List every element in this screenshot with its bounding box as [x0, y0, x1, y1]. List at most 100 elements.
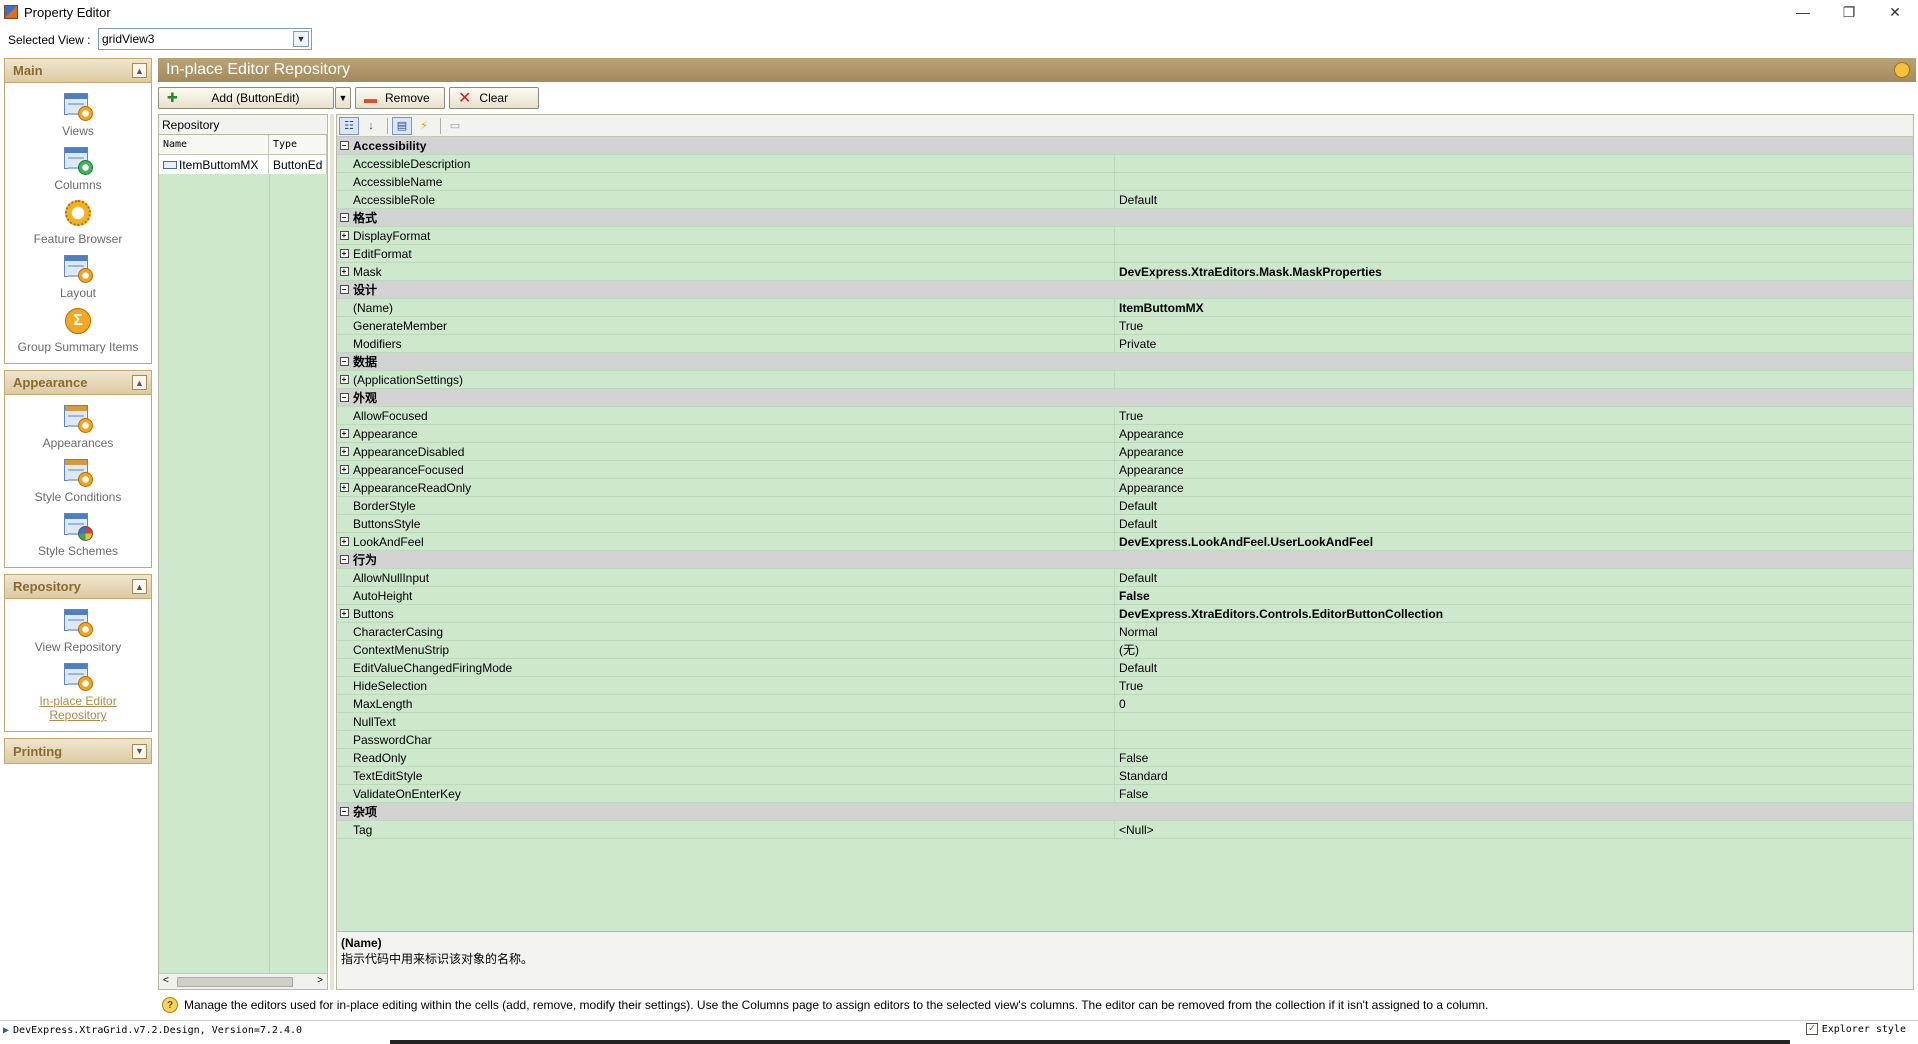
property-row[interactable]: + DisplayFormat — [337, 227, 1913, 245]
property-value[interactable]: Appearance — [1115, 461, 1913, 478]
clear-button[interactable]: ✕ Clear — [449, 87, 539, 109]
property-value[interactable]: Appearance — [1115, 479, 1913, 496]
property-value[interactable]: Default — [1115, 497, 1913, 514]
property-value[interactable]: Private — [1115, 335, 1913, 352]
nav-item-appearances[interactable]: Appearances — [5, 399, 151, 453]
property-row[interactable]: AutoHeight False — [337, 587, 1913, 605]
property-row[interactable]: ValidateOnEnterKey False — [337, 785, 1913, 803]
selected-view-combo[interactable]: gridView3 ▼ — [98, 28, 312, 50]
property-category-row[interactable]: − Accessibility — [337, 137, 1913, 155]
add-dropdown-button[interactable]: ▼ — [335, 87, 351, 109]
properties-icon[interactable]: ▤ — [392, 116, 412, 135]
property-row[interactable]: + Appearance Appearance — [337, 425, 1913, 443]
expand-icon[interactable]: + — [339, 267, 349, 276]
property-value[interactable]: True — [1115, 317, 1913, 334]
collapse-icon[interactable]: − — [339, 555, 349, 564]
nav-item-group-summary-items[interactable]: Σ Group Summary Items — [5, 303, 151, 357]
horizontal-scrollbar[interactable]: < > — [159, 973, 327, 989]
property-value[interactable]: False — [1115, 785, 1913, 802]
restore-button[interactable]: ❐ — [1826, 0, 1872, 24]
property-value[interactable] — [1115, 713, 1913, 730]
expand-icon[interactable]: + — [339, 249, 349, 258]
chevron-down-icon[interactable]: ▼ — [293, 31, 309, 47]
property-value[interactable]: Appearance — [1115, 425, 1913, 442]
collapse-icon[interactable]: ▲ — [132, 579, 147, 594]
property-value[interactable]: Default — [1115, 515, 1913, 532]
property-value[interactable]: (无) — [1115, 641, 1913, 658]
property-row[interactable]: PasswordChar — [337, 731, 1913, 749]
property-row[interactable]: + Buttons DevExpress.XtraEditors.Controls.… — [337, 605, 1913, 623]
nav-item-style-schemes[interactable]: Style Schemes — [5, 507, 151, 561]
property-value[interactable]: 0 — [1115, 695, 1913, 712]
property-row[interactable]: ReadOnly False — [337, 749, 1913, 767]
property-row[interactable]: NullText — [337, 713, 1913, 731]
collapse-icon[interactable]: − — [339, 393, 349, 402]
property-row[interactable]: TextEditStyle Standard — [337, 767, 1913, 785]
nav-item-views[interactable]: Views — [5, 87, 151, 141]
property-value[interactable] — [1115, 731, 1913, 748]
property-value[interactable]: DevExpress.LookAndFeel.UserLookAndFeel — [1115, 533, 1913, 550]
property-pages-icon[interactable]: ▭ — [445, 117, 465, 135]
property-value[interactable]: False — [1115, 749, 1913, 766]
collapse-icon[interactable]: − — [339, 213, 349, 222]
property-category-row[interactable]: − 设计 — [337, 281, 1913, 299]
remove-button[interactable]: ▬ Remove — [355, 87, 445, 109]
property-value[interactable] — [1115, 227, 1913, 244]
nav-group-header[interactable]: Repository ▲ — [5, 575, 151, 599]
property-row[interactable]: AllowFocused True — [337, 407, 1913, 425]
add-editor-button[interactable]: ✚ Add (ButtonEdit) — [158, 87, 334, 109]
property-value[interactable]: Default — [1115, 191, 1913, 208]
events-icon[interactable]: ⚡ — [414, 117, 434, 135]
property-value[interactable] — [1115, 173, 1913, 190]
property-value[interactable]: True — [1115, 407, 1913, 424]
property-row[interactable]: Modifiers Private — [337, 335, 1913, 353]
property-row[interactable]: MaxLength 0 — [337, 695, 1913, 713]
property-value[interactable]: Default — [1115, 569, 1913, 586]
property-row[interactable]: + AppearanceFocused Appearance — [337, 461, 1913, 479]
expand-icon[interactable]: + — [339, 609, 349, 618]
property-value[interactable]: Appearance — [1115, 443, 1913, 460]
nav-group-header[interactable]: Main ▲ — [5, 59, 151, 83]
nav-item-style-conditions[interactable]: Style Conditions — [5, 453, 151, 507]
property-category-row[interactable]: − 外观 — [337, 389, 1913, 407]
scroll-left-icon[interactable]: < — [163, 975, 169, 986]
property-row[interactable]: BorderStyle Default — [337, 497, 1913, 515]
expand-icon[interactable]: + — [339, 537, 349, 546]
expand-icon[interactable]: + — [339, 375, 349, 384]
close-button[interactable]: ✕ — [1872, 0, 1918, 24]
repository-row[interactable]: ItemButtomMX ButtonEd — [159, 155, 327, 174]
categorized-icon[interactable]: ☷ — [339, 116, 359, 135]
property-value[interactable]: True — [1115, 677, 1913, 694]
property-category-row[interactable]: − 格式 — [337, 209, 1913, 227]
sort-alphabetical-icon[interactable]: ↓ — [361, 117, 381, 135]
property-row[interactable]: CharacterCasing Normal — [337, 623, 1913, 641]
property-row[interactable]: AccessibleDescription — [337, 155, 1913, 173]
property-row[interactable]: HideSelection True — [337, 677, 1913, 695]
property-row[interactable]: (Name) ItemButtomMX — [337, 299, 1913, 317]
property-value[interactable]: DevExpress.XtraEditors.Controls.EditorBu… — [1115, 605, 1913, 622]
collapse-icon[interactable]: − — [339, 141, 349, 150]
checkbox-icon[interactable]: ✓ — [1805, 1023, 1818, 1035]
nav-group-header[interactable]: Printing ▼ — [5, 739, 151, 763]
collapse-icon[interactable]: − — [339, 807, 349, 816]
property-row[interactable]: + (ApplicationSettings) — [337, 371, 1913, 389]
expand-icon[interactable]: + — [339, 429, 349, 438]
nav-group-header[interactable]: Appearance ▲ — [5, 371, 151, 395]
property-row[interactable]: ContextMenuStrip (无) — [337, 641, 1913, 659]
collapse-icon[interactable]: − — [339, 285, 349, 294]
property-value[interactable]: ItemButtomMX — [1115, 299, 1913, 316]
property-row[interactable]: AccessibleRole Default — [337, 191, 1913, 209]
nav-item-in-place-editor-repository[interactable]: In-place Editor Repository — [5, 657, 151, 725]
collapse-icon[interactable]: ▲ — [132, 375, 147, 390]
explorer-style-toggle[interactable]: ✓ Explorer style — [1805, 1023, 1906, 1035]
property-row[interactable]: + AppearanceDisabled Appearance — [337, 443, 1913, 461]
property-category-row[interactable]: − 杂项 — [337, 803, 1913, 821]
scroll-thumb[interactable] — [177, 977, 293, 987]
property-row[interactable]: GenerateMember True — [337, 317, 1913, 335]
expand-icon[interactable]: + — [339, 483, 349, 492]
column-header-type[interactable]: Type — [269, 135, 327, 154]
minimize-button[interactable]: — — [1780, 0, 1826, 24]
expand-icon[interactable]: + — [339, 231, 349, 240]
property-category-row[interactable]: − 行为 — [337, 551, 1913, 569]
property-row[interactable]: AccessibleName — [337, 173, 1913, 191]
